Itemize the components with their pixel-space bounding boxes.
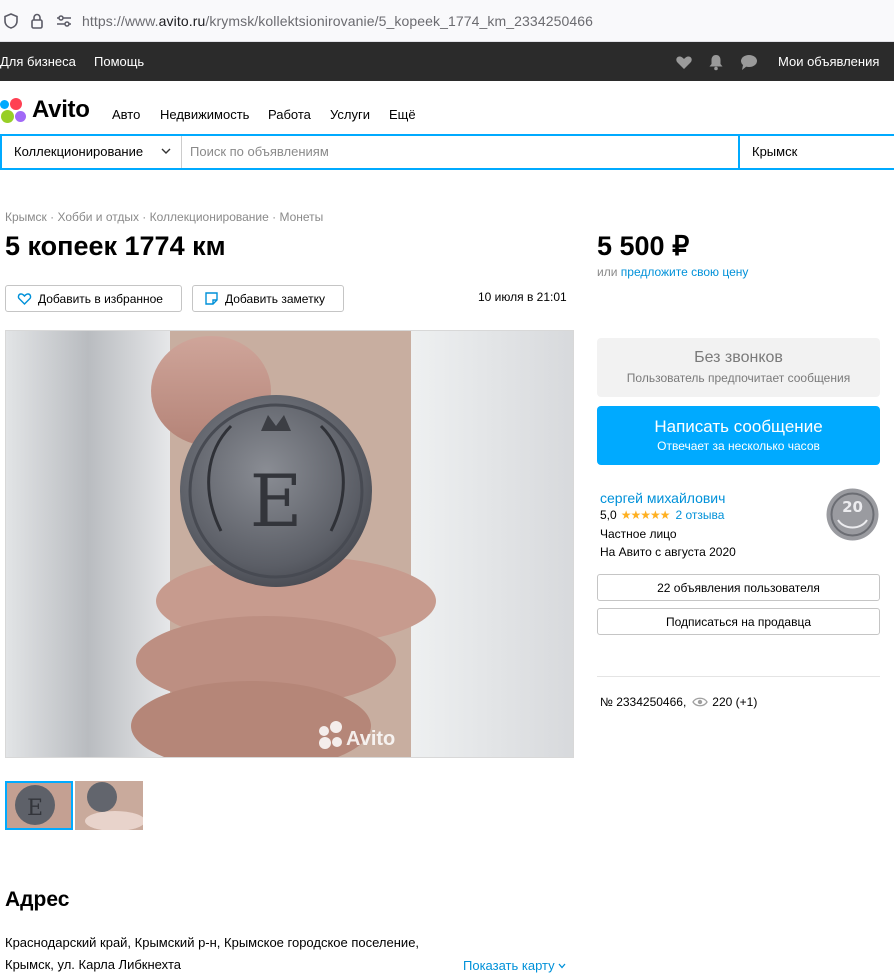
my-ads-link[interactable]: Мои объявления <box>778 54 879 69</box>
views-count: 220 (+1) <box>712 695 758 709</box>
seller-rating: 5,0 ★★★★★ 2 отзыва <box>600 508 724 522</box>
search-bar: Коллекционирование Поиск по объявлениям … <box>0 134 894 170</box>
listing-price: 5 500 ₽ <box>597 231 690 261</box>
show-map-label: Показать карту <box>463 958 555 973</box>
svg-text:20: 20 <box>842 498 863 516</box>
chevron-down-icon <box>161 148 171 154</box>
listing-meta: № 2334250466, 220 (+1) <box>600 695 757 709</box>
thumbnail-image <box>75 781 143 830</box>
for-business-link[interactable]: Для бизнеса <box>0 54 76 69</box>
subscribe-seller-button[interactable]: Подписаться на продавца <box>597 608 880 635</box>
offer-price-text: или предложите свою цену <box>597 265 748 279</box>
write-message-button[interactable]: Написать сообщение Отвечает за несколько… <box>597 406 880 465</box>
offer-price-link[interactable]: предложите свою цену <box>621 265 749 279</box>
notifications-bell-icon[interactable] <box>706 52 726 72</box>
avito-logo[interactable]: Avito <box>0 96 100 126</box>
reviews-link[interactable]: 2 отзыва <box>675 508 724 522</box>
url-domain: avito.ru <box>158 13 206 29</box>
no-calls-notice: Без звонков Пользователь предпочитает со… <box>597 338 880 397</box>
rating-value: 5,0 <box>600 508 617 522</box>
help-link[interactable]: Помощь <box>94 54 144 69</box>
svg-text:Е: Е <box>250 459 303 543</box>
thumbnail-2[interactable] <box>75 781 143 830</box>
photo-watermark: Avito <box>346 728 395 750</box>
write-message-title: Написать сообщение <box>654 417 823 436</box>
messages-chat-icon[interactable] <box>739 52 759 72</box>
offer-prefix: или <box>597 265 618 279</box>
avatar-coin-image: 20 <box>826 488 879 541</box>
add-favorite-label: Добавить в избранное <box>38 292 163 306</box>
item-number: № 2334250466, <box>600 695 687 709</box>
nav-more[interactable]: Ещё <box>389 107 416 122</box>
rating-stars-icon: ★★★★★ <box>620 508 671 522</box>
nav-real-estate[interactable]: Недвижимость <box>160 107 249 122</box>
write-message-subtitle: Отвечает за несколько часов <box>657 439 820 453</box>
address-heading: Адрес <box>5 888 70 911</box>
seller-since: На Авито с августа 2020 <box>600 545 736 559</box>
favorites-heart-icon[interactable] <box>674 52 694 72</box>
thumbnail-1[interactable]: Е <box>5 781 73 830</box>
no-calls-subtitle: Пользователь предпочитает сообщения <box>626 371 851 385</box>
nav-jobs[interactable]: Работа <box>268 107 311 122</box>
page-settings-icon[interactable] <box>55 12 73 30</box>
svg-text:Е: Е <box>27 796 43 821</box>
listing-title: 5 копеек 1774 км <box>5 231 226 261</box>
search-input[interactable]: Поиск по объявлениям <box>182 136 740 168</box>
category-select-value: Коллекционирование <box>14 144 144 159</box>
top-bar: Для бизнеса Помощь Мои объявления <box>0 42 894 81</box>
seller-name[interactable]: сергей михайлович <box>600 490 725 506</box>
main-photo[interactable]: Е Avito <box>5 330 574 758</box>
breadcrumb[interactable]: Крымск · Хобби и отдых · Коллекционирова… <box>5 210 323 224</box>
logo-dot-blue <box>0 100 9 109</box>
divider <box>597 676 880 677</box>
listing-date: 10 июля в 21:01 <box>478 290 567 304</box>
seller-type: Частное лицо <box>600 527 677 541</box>
nav-services[interactable]: Услуги <box>330 107 370 122</box>
show-map-link[interactable]: Показать карту <box>463 958 566 973</box>
nav-auto[interactable]: Авто <box>112 107 140 122</box>
add-note-button[interactable]: Добавить заметку <box>192 285 344 312</box>
heart-outline-icon <box>17 293 32 305</box>
logo-dot-green <box>1 110 14 123</box>
category-select[interactable]: Коллекционирование <box>2 136 182 168</box>
thumbnail-image: Е <box>7 783 71 828</box>
lock-icon[interactable] <box>28 12 46 30</box>
logo-dot-purple <box>15 111 26 122</box>
address-text: Краснодарский край, Крымский р-н, Крымск… <box>5 935 420 972</box>
add-favorite-button[interactable]: Добавить в избранное <box>5 285 182 312</box>
logo-text: Avito <box>32 96 90 123</box>
avatar[interactable]: 20 <box>826 488 879 541</box>
eye-icon <box>692 697 709 707</box>
note-icon <box>205 292 218 305</box>
url-path: /krymsk/kollektsionirovanie/5_kopeek_177… <box>205 13 594 29</box>
chevron-down-icon <box>558 963 566 969</box>
logo-dot-red <box>10 98 22 110</box>
browser-address-bar: https://www.avito.ru/krymsk/kollektsioni… <box>0 0 894 42</box>
no-calls-title: Без звонков <box>694 349 783 366</box>
seller-ads-button[interactable]: 22 объявления пользователя <box>597 574 880 601</box>
url-prefix: https://www. <box>82 13 159 29</box>
shield-icon[interactable] <box>2 12 20 30</box>
coin-photo-image: Е Avito <box>6 331 573 757</box>
url-field[interactable]: https://www.avito.ru/krymsk/kollektsioni… <box>82 13 593 29</box>
city-select[interactable]: Крымск <box>740 136 894 168</box>
add-note-label: Добавить заметку <box>225 292 325 306</box>
